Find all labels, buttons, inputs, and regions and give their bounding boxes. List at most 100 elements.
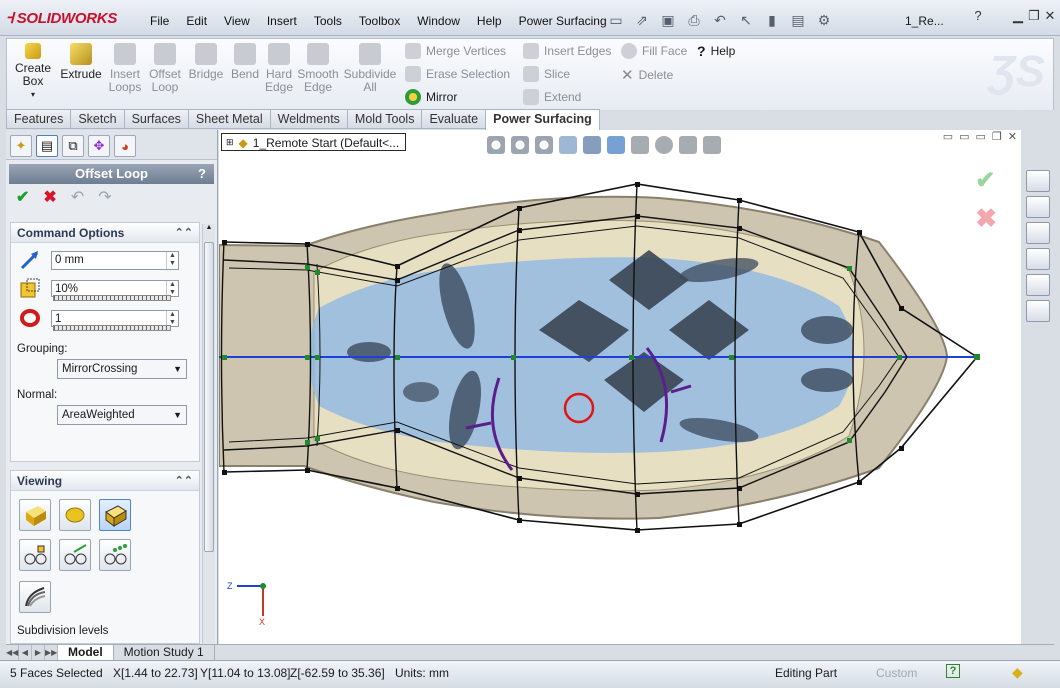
view-orientation-icon[interactable]: [583, 136, 601, 154]
last-tab-icon[interactable]: ▶▶: [45, 645, 58, 660]
tab-sketch[interactable]: Sketch: [70, 109, 124, 129]
cancel-icon[interactable]: ✖: [43, 187, 56, 207]
edge-view-button[interactable]: [59, 539, 91, 571]
feature-tree-root[interactable]: ⊞ ◆ 1_Remote Start (Default<...: [221, 133, 407, 151]
confirm-cancel-icon[interactable]: ✖: [975, 203, 997, 234]
bend-button[interactable]: Bend: [229, 43, 261, 81]
delete-button[interactable]: ✕ Delete: [621, 66, 673, 84]
menu-tools[interactable]: Tools: [314, 14, 342, 28]
resources-home-icon[interactable]: [1026, 170, 1050, 192]
display-manager-icon[interactable]: ◕: [114, 135, 136, 157]
next-tab-icon[interactable]: ▶: [32, 645, 45, 660]
print-icon[interactable]: ⎙: [683, 10, 705, 30]
tab-evaluate[interactable]: Evaluate: [421, 109, 486, 129]
distance-input[interactable]: 0 mm ▲ ▼: [51, 250, 179, 270]
erase-selection-button[interactable]: Erase Selection: [405, 66, 510, 82]
menu-view[interactable]: View: [224, 14, 250, 28]
expand-icon[interactable]: ⊞: [226, 137, 234, 148]
save-icon[interactable]: ▣: [657, 10, 679, 30]
menu-insert[interactable]: Insert: [267, 14, 297, 28]
menu-edit[interactable]: Edit: [186, 14, 207, 28]
tab-model[interactable]: Model: [58, 645, 114, 660]
extend-button[interactable]: Extend: [523, 89, 581, 105]
collapse-icon[interactable]: ⌃⌃: [175, 471, 193, 491]
merge-vertices-button[interactable]: Merge Vertices: [405, 43, 506, 59]
menu-toolbox[interactable]: Toolbox: [359, 14, 400, 28]
ok-icon[interactable]: ✔: [16, 187, 29, 207]
mirror-button[interactable]: Mirror ▾: [405, 89, 532, 105]
insert-loops-button[interactable]: Insert Loops: [106, 43, 144, 94]
appearances-icon[interactable]: [1026, 274, 1050, 296]
tab-power-surfacing[interactable]: Power Surfacing: [485, 109, 600, 130]
custom-properties-icon[interactable]: [1026, 300, 1050, 322]
help-icon[interactable]: ?: [968, 8, 988, 26]
percent-slider[interactable]: [53, 295, 171, 301]
create-box-button[interactable]: Create Box ▾: [11, 43, 55, 101]
menu-file[interactable]: File: [150, 14, 169, 28]
subdivision-view-button[interactable]: [19, 581, 51, 613]
vertex-view-button[interactable]: [19, 539, 51, 571]
feature-manager-icon[interactable]: ✦: [10, 135, 32, 157]
hide-show-items-icon[interactable]: [631, 136, 649, 154]
offset-loop-button[interactable]: Offset Loop: [146, 43, 184, 94]
viewport-single-icon[interactable]: ▭: [959, 130, 969, 143]
points-view-button[interactable]: [99, 539, 131, 571]
dimxpert-icon[interactable]: ✥: [88, 135, 110, 157]
undo-icon[interactable]: ↶: [709, 10, 731, 30]
tab-weldments[interactable]: Weldments: [269, 109, 347, 129]
hard-edge-button[interactable]: Hard Edge: [263, 43, 295, 94]
slice-button[interactable]: Slice: [523, 66, 570, 82]
apply-scene-icon[interactable]: [679, 136, 697, 154]
property-manager-icon[interactable]: ▤: [36, 135, 58, 157]
configuration-manager-icon[interactable]: ⧉: [62, 135, 84, 157]
panel-scrollbar[interactable]: ▲ ▼: [202, 224, 215, 656]
grouping-select[interactable]: MirrorCrossing ▼: [57, 359, 187, 379]
cage-view-button[interactable]: [99, 499, 131, 531]
edit-appearance-icon[interactable]: [655, 136, 673, 154]
file-properties-icon[interactable]: ▤: [787, 10, 809, 30]
tab-surfaces[interactable]: Surfaces: [123, 109, 188, 129]
smooth-view-button[interactable]: [59, 499, 91, 531]
smooth-edge-button[interactable]: Smooth Edge: [297, 43, 339, 94]
open-icon[interactable]: ⇗: [631, 10, 653, 30]
display-style-icon[interactable]: [607, 136, 625, 154]
previous-view-icon[interactable]: [535, 136, 553, 154]
viewing-header[interactable]: Viewing ⌃⌃: [11, 471, 199, 491]
subdivide-all-button[interactable]: Subdivide All: [343, 43, 397, 94]
help-icon[interactable]: ?: [198, 164, 206, 184]
extrude-button[interactable]: Extrude: [59, 43, 103, 81]
section-view-icon[interactable]: [559, 136, 577, 154]
menu-help[interactable]: Help: [477, 14, 502, 28]
bridge-button[interactable]: Bridge: [187, 43, 225, 81]
insert-edges-button[interactable]: Insert Edges: [523, 43, 611, 59]
viewport-minimize-icon[interactable]: ▭: [976, 130, 986, 143]
scrollbar-thumb[interactable]: [204, 242, 214, 552]
prev-tab-icon[interactable]: ◀: [19, 645, 32, 660]
help-button[interactable]: ? Help: [697, 43, 735, 59]
fill-face-button[interactable]: Fill Face: [621, 43, 687, 59]
graphics-area[interactable]: ⊞ ◆ 1_Remote Start (Default<... ▭ ▭ ▭ ❐ …: [219, 130, 1021, 644]
tab-features[interactable]: Features: [6, 109, 71, 129]
viewport-close-icon[interactable]: ✕: [1008, 130, 1017, 143]
menu-window[interactable]: Window: [417, 14, 460, 28]
options-icon[interactable]: ⚙: [813, 10, 835, 30]
scroll-up-icon[interactable]: ▲: [203, 224, 215, 231]
zoom-to-area-icon[interactable]: [511, 136, 529, 154]
rebuild-icon[interactable]: ▮: [761, 10, 783, 30]
undo-icon[interactable]: ↶: [71, 187, 84, 207]
tab-motion-study[interactable]: Motion Study 1: [114, 645, 215, 660]
count-input[interactable]: 1 ▲ ▼: [51, 309, 179, 328]
spin-arrows-icon[interactable]: ▲ ▼: [166, 251, 178, 269]
close-icon[interactable]: ✕: [1040, 8, 1060, 26]
collapse-icon[interactable]: ⌃⌃: [175, 223, 193, 243]
tab-mold-tools[interactable]: Mold Tools: [346, 109, 422, 129]
zoom-to-fit-icon[interactable]: [487, 136, 505, 154]
redo-icon[interactable]: ↷: [98, 187, 111, 207]
design-library-icon[interactable]: [1026, 196, 1050, 218]
custom-units-dropdown[interactable]: Custom: [876, 666, 917, 680]
file-explorer-icon[interactable]: [1026, 222, 1050, 244]
viewport-split-icon[interactable]: ▭: [943, 130, 953, 143]
tab-sheet-metal[interactable]: Sheet Metal: [187, 109, 270, 129]
command-options-header[interactable]: Command Options ⌃⌃: [11, 223, 199, 243]
rebuild-status-icon[interactable]: ?: [946, 664, 960, 678]
